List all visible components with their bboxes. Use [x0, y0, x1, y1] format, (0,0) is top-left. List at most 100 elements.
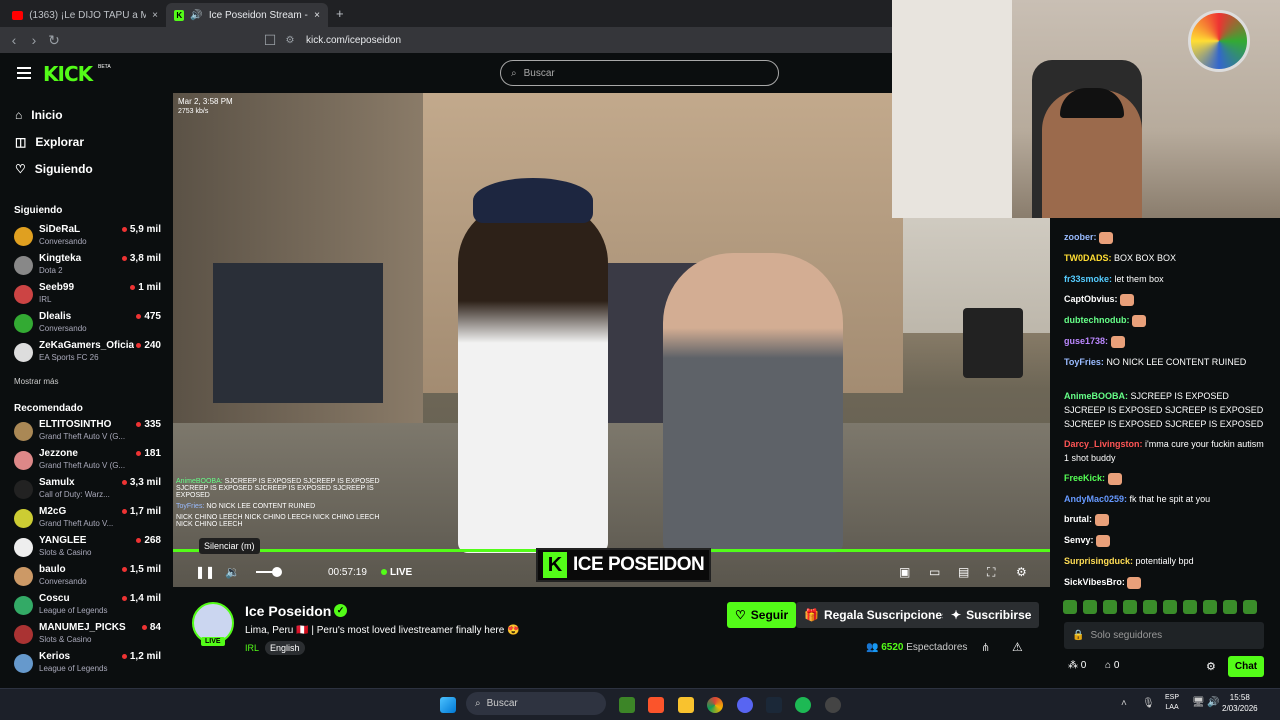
report-icon[interactable]: ⚠ — [1012, 640, 1023, 654]
emote-icon[interactable] — [1203, 600, 1217, 614]
chat-username[interactable]: AndyMac0259: — [1064, 494, 1127, 504]
tray-chevron-icon[interactable]: ˄ — [1121, 698, 1127, 709]
chat-username[interactable]: TW0DADS: — [1064, 253, 1112, 263]
chat-input[interactable]: 🔒 Solo seguidores — [1064, 622, 1264, 649]
chat-username[interactable]: AnimeBOOBA: — [1064, 391, 1128, 401]
chat-username[interactable]: Senvy: — [1064, 535, 1094, 545]
taskbar-search[interactable]: ⌕ Buscar — [466, 692, 606, 715]
search-input[interactable]: ⌕ Buscar — [500, 60, 779, 86]
sidebar-channel[interactable]: SiDeRaL Conversando 5,9 mil — [14, 224, 164, 251]
share-icon[interactable]: ⋔ — [981, 641, 990, 654]
spotify-icon[interactable] — [795, 697, 811, 713]
sidebar-item-siguiendo[interactable]: ♡ Siguiendo — [15, 162, 93, 176]
folder-icon[interactable] — [678, 697, 694, 713]
chat-message: dubtechnodub: — [1064, 313, 1264, 327]
sidebar-channel[interactable]: baulo Conversando 1,5 mil — [14, 564, 164, 591]
system-clock[interactable]: 15:58 2/03/2026 — [1222, 692, 1258, 714]
emote-icon[interactable] — [1123, 600, 1137, 614]
pause-icon[interactable]: ❚❚ — [195, 565, 215, 579]
windows-start-icon[interactable] — [440, 697, 456, 713]
reload-icon[interactable]: ↻ — [44, 32, 64, 49]
bookmark-icon[interactable]: ☐ — [260, 32, 280, 49]
url-field[interactable]: kick.com/iceposeidon — [306, 35, 401, 46]
chat-username[interactable]: zoober: — [1064, 232, 1097, 242]
emote-icon[interactable] — [1183, 600, 1197, 614]
sidebar-channel[interactable]: ELTITOSINTHO Grand Theft Auto V (G... 335 — [14, 419, 164, 446]
chat-username[interactable]: brutal: — [1064, 514, 1092, 524]
send-chat-button[interactable]: Chat — [1228, 656, 1264, 677]
sidebar-channel[interactable]: Jezzone Grand Theft Auto V (G... 181 — [14, 448, 164, 475]
streamer-name[interactable]: Ice Poseidon — [245, 603, 331, 619]
emote-icon[interactable] — [1163, 600, 1177, 614]
sidebar-channel[interactable]: Seeb99 IRL 1 mil — [14, 282, 164, 309]
emote-icon[interactable] — [1143, 600, 1157, 614]
points-counter[interactable]: ⁂ 0 — [1068, 660, 1086, 671]
follow-button[interactable]: ♡ Seguir — [727, 602, 797, 628]
sidebar-channel[interactable]: MANUMEJ_PICKS Slots & Casino 84 — [14, 622, 164, 649]
network-icon[interactable]: 🖥 — [1192, 697, 1205, 708]
keyboard-language[interactable]: ESP LAA — [1165, 693, 1179, 713]
show-more-link[interactable]: Mostrar más — [14, 377, 58, 386]
channel-viewers: 3,8 mil — [121, 253, 161, 264]
chat-settings-icon[interactable]: ⚙ — [1206, 660, 1216, 673]
emote-icon[interactable] — [1063, 600, 1077, 614]
sidebar-channel[interactable]: Samulx Call of Duty: Warz... 3,3 mil — [14, 477, 164, 504]
channel-name: SiDeRaL — [39, 224, 81, 235]
sidebar-channel[interactable]: ZeKaGamers_Oficial EA Sports FC 26 240 — [14, 340, 164, 367]
forward-icon[interactable]: › — [24, 32, 44, 48]
overlay-chat-line: NICK CHINO LEECH NICK CHINO LEECH NICK C… — [176, 514, 396, 528]
emote-icon[interactable] — [1083, 600, 1097, 614]
compass-icon: ◫ — [15, 135, 27, 149]
sidebar-channel[interactable]: Kingteka Dota 2 3,8 mil — [14, 253, 164, 280]
bucket-hat — [473, 178, 593, 223]
chat-username[interactable]: CaptObvius: — [1064, 294, 1118, 304]
speaker-tray-icon[interactable]: 🔊 — [1207, 697, 1219, 708]
volume-icon[interactable]: 🔉 — [225, 565, 240, 579]
volume-slider-handle[interactable] — [272, 567, 282, 577]
sidebar-channel[interactable]: M2cG Grand Theft Auto V... 1,7 mil — [14, 506, 164, 533]
emote-icon[interactable] — [1103, 600, 1117, 614]
chat-username[interactable]: dubtechnodub: — [1064, 315, 1129, 325]
chat-username[interactable]: FreeKick: — [1064, 473, 1105, 483]
stream-category[interactable]: IRL — [245, 643, 259, 653]
chat-username[interactable]: fr33smoke: — [1064, 274, 1112, 284]
language-tag[interactable]: English — [265, 641, 305, 655]
browser-tab-kick[interactable]: K 🔊 Ice Poseidon Stream - Watch × — [166, 3, 328, 27]
chat-username[interactable]: Surprisingduck: — [1064, 556, 1133, 566]
pip-icon[interactable]: ▤ — [958, 565, 969, 579]
sidebar-channel[interactable]: YANGLEE Slots & Casino 268 — [14, 535, 164, 562]
settings-gear-icon[interactable]: ⚙ — [1016, 565, 1027, 579]
gift-subs-button[interactable]: 🎁 Regala Suscripciones — [796, 602, 957, 628]
browser-tab-youtube[interactable]: (1363) ¡Le DIJO TAPU a MARINA! × — [4, 3, 166, 27]
sidebar-item-inicio[interactable]: ⌂ Inicio — [15, 108, 63, 122]
minecraft-icon[interactable] — [619, 697, 635, 713]
chat-username[interactable]: SickVibesBro: — [1064, 577, 1125, 587]
chrome-icon[interactable] — [707, 697, 723, 713]
back-icon[interactable]: ‹ — [4, 32, 24, 48]
subscribe-button[interactable]: ✦ Suscribirse — [943, 602, 1040, 628]
sidebar-channel[interactable]: Coscu League of Legends 1,4 mil — [14, 593, 164, 620]
sidebar-channel[interactable]: Kerios League of Legends 1,2 mil — [14, 651, 164, 678]
chat-username[interactable]: ToyFries: — [1064, 357, 1104, 367]
emote-icon[interactable] — [1223, 600, 1237, 614]
theater-icon[interactable]: ▭ — [929, 565, 940, 579]
close-tab-icon[interactable]: × — [314, 10, 320, 21]
menu-icon[interactable] — [17, 67, 31, 79]
obs-icon[interactable] — [825, 697, 841, 713]
fullscreen-icon[interactable]: ⛶ — [987, 565, 995, 580]
mic-icon[interactable]: 🎙 — [1142, 698, 1155, 709]
kick-logo[interactable]: KICK — [43, 62, 93, 86]
close-tab-icon[interactable]: × — [152, 10, 158, 21]
new-tab-button[interactable]: + — [336, 6, 344, 21]
sidebar-channel[interactable]: Dlealis Conversando 475 — [14, 311, 164, 338]
sidebar-item-explorar[interactable]: ◫ Explorar — [15, 135, 84, 149]
site-info-icon[interactable]: ⚙ — [280, 35, 300, 46]
drops-counter[interactable]: ⌂ 0 — [1105, 660, 1119, 671]
brave-icon[interactable] — [648, 697, 664, 713]
chat-username[interactable]: Darcy_Livingston: — [1064, 439, 1143, 449]
emote-icon[interactable] — [1243, 600, 1257, 614]
clip-icon[interactable]: ▣ — [899, 565, 910, 579]
discord-icon[interactable] — [737, 697, 753, 713]
steam-icon[interactable] — [766, 697, 782, 713]
chat-username[interactable]: guse1738: — [1064, 336, 1108, 346]
